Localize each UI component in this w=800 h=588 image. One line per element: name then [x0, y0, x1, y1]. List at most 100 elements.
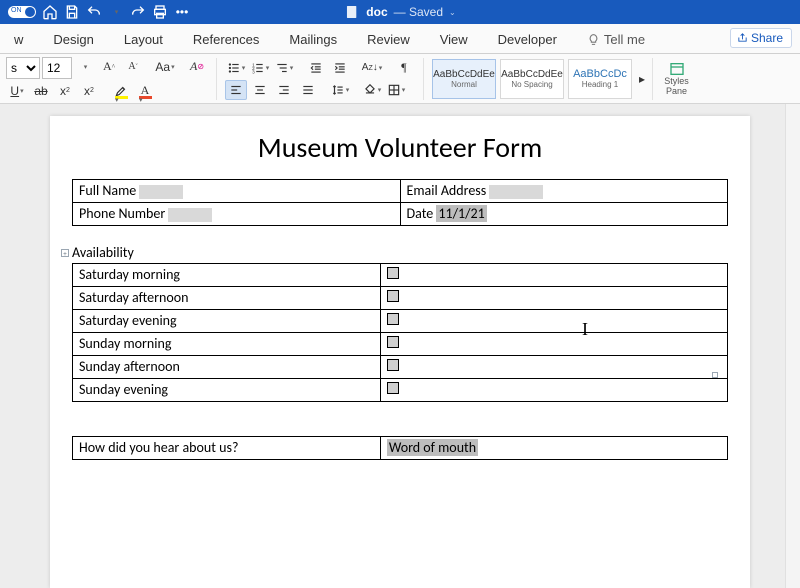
hear-table: How did you hear about us? Word of mouth — [72, 436, 728, 460]
shrink-font-button[interactable]: Aˇ — [122, 57, 144, 77]
bullets-button[interactable] — [225, 58, 247, 78]
undo-icon[interactable] — [86, 4, 102, 20]
line-spacing-button[interactable] — [329, 80, 351, 100]
phone-label: Phone Number — [79, 205, 165, 222]
bulb-icon — [587, 33, 600, 46]
ribbon-tabs: w Design Layout References Mailings Revi… — [0, 24, 800, 54]
doc-name: doc — [366, 5, 387, 19]
styles-group: AaBbCcDdEe Normal AaBbCcDdEe No Spacing … — [432, 58, 700, 100]
underline-button[interactable]: U — [6, 81, 28, 101]
full-name-field[interactable] — [139, 185, 183, 199]
superscript-button[interactable]: x2 — [78, 81, 100, 101]
page[interactable]: Museum Volunteer Form Full Name Email Ad… — [50, 116, 750, 588]
table-row: Sunday evening — [73, 379, 728, 402]
doc-title-area: doc — Saved ⌄ — [344, 4, 455, 20]
paragraph-group: 123 AZ↓ ¶ — [225, 58, 424, 100]
strike-button[interactable]: ab — [30, 81, 52, 101]
date-field[interactable]: 11/1/21 — [436, 205, 486, 222]
text-cursor: I — [582, 319, 588, 340]
checkbox[interactable] — [387, 382, 399, 394]
tab-mailings[interactable]: Mailings — [281, 26, 345, 53]
font-family-select[interactable]: s — [6, 57, 40, 79]
vertical-scrollbar[interactable] — [785, 104, 800, 588]
hear-answer-field[interactable]: Word of mouth — [387, 439, 478, 456]
print-icon[interactable] — [152, 4, 168, 20]
table-row: How did you hear about us? Word of mouth — [73, 437, 728, 460]
checkbox[interactable] — [387, 290, 399, 302]
phone-field[interactable] — [168, 208, 212, 222]
style-no-spacing[interactable]: AaBbCcDdEe No Spacing — [500, 59, 564, 99]
tab-review[interactable]: Review — [359, 26, 418, 53]
styles-pane-icon — [667, 61, 687, 77]
highlight-button[interactable] — [110, 81, 132, 101]
numbering-button[interactable]: 123 — [249, 58, 271, 78]
font-size-input[interactable] — [42, 57, 72, 79]
shading-button[interactable] — [361, 80, 383, 100]
date-label: Date — [407, 205, 434, 222]
checkbox[interactable] — [387, 267, 399, 279]
tab-layout[interactable]: Layout — [116, 26, 171, 53]
align-center-button[interactable] — [249, 80, 271, 100]
sort-button[interactable]: AZ↓ — [361, 58, 383, 78]
table-row: Full Name Email Address — [73, 180, 728, 203]
table-row: Saturday afternoon — [73, 287, 728, 310]
page-title: Museum Volunteer Form — [72, 130, 728, 165]
save-state: — Saved — [394, 5, 443, 19]
tab-view[interactable]: View — [432, 26, 476, 53]
document-canvas[interactable]: Museum Volunteer Form Full Name Email Ad… — [0, 104, 800, 588]
share-icon — [737, 32, 748, 43]
table-row: Phone Number Date 11/1/21 — [73, 203, 728, 226]
justify-button[interactable] — [297, 80, 319, 100]
svg-text:3: 3 — [252, 69, 255, 74]
font-size-dropdown[interactable] — [74, 57, 96, 77]
quick-access-toolbar: ON ••• — [0, 4, 190, 20]
table-row: Saturday morning — [73, 264, 728, 287]
contact-table: Full Name Email Address Phone Number Dat… — [72, 179, 728, 226]
indent-right-button[interactable] — [329, 58, 351, 78]
align-right-button[interactable] — [273, 80, 295, 100]
style-normal[interactable]: AaBbCcDdEe Normal — [432, 59, 496, 99]
table-resize-handle[interactable] — [712, 372, 718, 378]
align-left-button[interactable] — [225, 80, 247, 100]
checkbox[interactable] — [387, 359, 399, 371]
save-icon[interactable] — [64, 4, 80, 20]
redo-icon[interactable] — [130, 4, 146, 20]
hear-q[interactable]: How did you hear about us? — [73, 437, 381, 460]
table-move-handle[interactable]: + — [61, 249, 69, 257]
clear-format-button[interactable]: A⊘ — [186, 57, 208, 77]
tab-draw[interactable]: w — [6, 26, 31, 53]
table-row: Sunday afternoon — [73, 356, 728, 379]
email-field[interactable] — [489, 185, 543, 199]
chevron-down-icon[interactable]: ⌄ — [449, 8, 456, 17]
table-row: Sunday morning — [73, 333, 728, 356]
checkbox[interactable] — [387, 336, 399, 348]
styles-more-chevron[interactable]: ▸ — [636, 59, 648, 99]
availability-label: + Availability — [72, 244, 728, 261]
checkbox[interactable] — [387, 313, 399, 325]
title-bar: ON ••• doc — Saved ⌄ — [0, 0, 800, 24]
tab-references[interactable]: References — [185, 26, 267, 53]
undo-dropdown[interactable] — [108, 4, 124, 20]
indent-left-button[interactable] — [305, 58, 327, 78]
autosave-toggle[interactable]: ON — [8, 6, 36, 18]
share-button[interactable]: Share — [730, 28, 792, 48]
grow-font-button[interactable]: A^ — [98, 57, 120, 77]
change-case-button[interactable]: Aa — [154, 57, 176, 77]
multilevel-button[interactable] — [273, 58, 295, 78]
word-doc-icon — [344, 4, 360, 20]
show-marks-button[interactable]: ¶ — [393, 58, 415, 78]
font-color-button[interactable]: A — [134, 81, 156, 101]
tell-me[interactable]: Tell me — [579, 26, 653, 53]
tab-developer[interactable]: Developer — [490, 26, 565, 53]
borders-button[interactable] — [385, 80, 407, 100]
home-icon[interactable] — [42, 4, 58, 20]
availability-table: Saturday morning Saturday afternoon Satu… — [72, 263, 728, 402]
more-icon[interactable]: ••• — [174, 4, 190, 20]
subscript-button[interactable]: x2 — [54, 81, 76, 101]
styles-pane-button[interactable]: StylesPane — [652, 58, 692, 100]
table-row: Saturday evening — [73, 310, 728, 333]
style-heading-1[interactable]: AaBbCcDc Heading 1 — [568, 59, 632, 99]
full-name-label: Full Name — [79, 182, 136, 199]
tab-design[interactable]: Design — [45, 26, 101, 53]
font-group: s A^ Aˇ Aa A⊘ U ab x2 x2 A — [6, 58, 217, 100]
